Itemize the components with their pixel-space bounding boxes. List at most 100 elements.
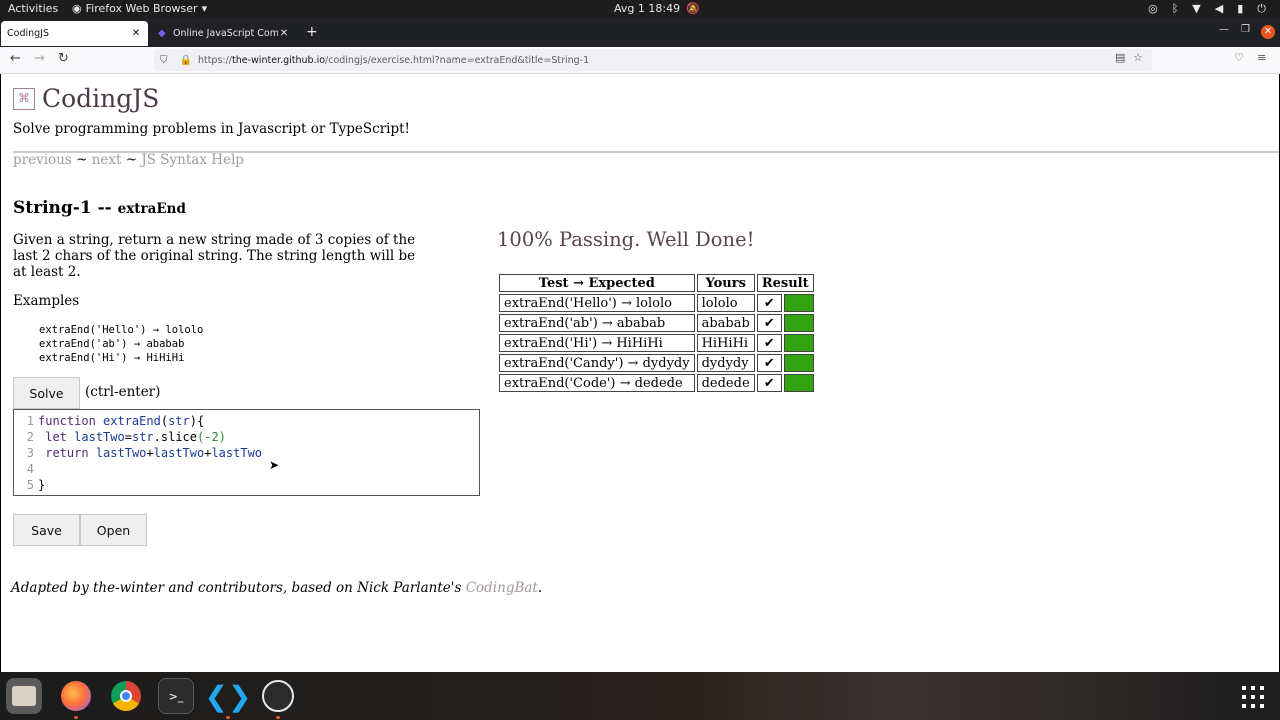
navigation-bar: ← → ↻ ⛉ 🔒 https://the-winter.github.io/c… <box>0 47 1280 74</box>
exercise-nav: previous ~ next ~ JS Syntax Help <box>13 152 244 168</box>
next-link[interactable]: next <box>92 152 122 168</box>
test-cell: extraEnd('Hello') → lololo <box>499 294 695 312</box>
window-close-icon[interactable]: ✕ <box>1261 25 1275 39</box>
forward-icon[interactable]: → <box>34 51 45 66</box>
passing-headline: 100% Passing. Well Done! <box>497 228 755 251</box>
code-content[interactable]: function extraEnd(str){ let lastTwo=str.… <box>38 413 262 493</box>
column-header: Test → Expected <box>499 274 695 292</box>
url-prefix: https:// <box>197 54 233 66</box>
site-tagline: Solve programming problems in Javascript… <box>13 121 410 137</box>
running-indicator <box>276 716 280 719</box>
show-applications-icon[interactable] <box>1242 686 1264 708</box>
check-icon: ✔ <box>756 294 782 312</box>
shield-icon[interactable]: ⛉ <box>160 55 168 66</box>
bell-muted-icon: 🔕 <box>686 2 700 15</box>
example-line: extraEnd('ab') → ababab <box>39 338 185 350</box>
minimize-icon[interactable]: — <box>1219 24 1229 35</box>
favicon-icon: ◆ <box>158 27 166 39</box>
test-cell: extraEnd('Code') → dedede <box>499 374 695 392</box>
yours-cell: dedede <box>696 374 755 392</box>
restore-icon[interactable]: ❐ <box>1241 24 1250 35</box>
table-row: extraEnd('Hello') → lololo lololo ✔ <box>499 294 814 312</box>
chrome-icon[interactable] <box>108 678 144 714</box>
examples-list: extraEnd('Hello') → lololo extraEnd('ab'… <box>39 323 203 365</box>
check-icon: ✔ <box>756 334 782 352</box>
pass-indicator <box>783 354 814 372</box>
column-header: Result <box>756 274 814 292</box>
footer-text: Adapted by the-winter and contributors, … <box>11 580 466 596</box>
tab-online-compiler[interactable]: ◆ Online JavaScript Compil ✕ <box>152 21 296 46</box>
bluetooth-icon: ᛒ <box>1171 2 1179 15</box>
url-host: the-winter.github.io <box>232 54 326 66</box>
nav-separator: ~ <box>71 152 92 168</box>
yours-cell: lololo <box>696 294 755 312</box>
caret-down-icon: ▾ <box>201 2 208 15</box>
site-logo-title: CodingJS <box>42 84 160 113</box>
running-indicator <box>226 716 230 719</box>
wifi-icon: ▼ <box>1192 2 1201 15</box>
firefox-small-icon: ◉ <box>72 2 82 15</box>
url-bar[interactable]: ⛉ 🔒 https://the-winter.github.io/codingj… <box>154 49 1152 71</box>
app-menu-label: Firefox Web Browser <box>85 2 198 15</box>
exercise-title: String-1 -- extraEnd <box>13 198 186 218</box>
activities-button[interactable]: Activities <box>8 2 58 15</box>
table-row: extraEnd('Candy') → dydydy dydydy ✔ <box>499 354 814 372</box>
column-header: Yours <box>696 274 755 292</box>
exercise-description: Given a string, return a new string made… <box>13 232 416 280</box>
clock[interactable]: Avg 1 18:49 🔕 <box>614 2 700 15</box>
logo-icon: ⌘ <box>13 87 35 110</box>
syntax-help-link[interactable]: JS Syntax Help <box>141 152 244 168</box>
page-viewport: ⌘ CodingJS Solve programming problems in… <box>1 74 1279 672</box>
close-tab-icon[interactable]: ✕ <box>130 28 142 39</box>
tab-codingjs[interactable]: CodingJS ✕ <box>1 21 148 46</box>
firefox-icon[interactable] <box>58 678 94 714</box>
code-editor[interactable]: 1 2 3 4 5 function extraEnd(str){ let la… <box>13 409 480 496</box>
test-cell: extraEnd('Candy') → dydydy <box>499 354 695 372</box>
yours-cell: dydydy <box>696 354 755 372</box>
close-tab-icon[interactable]: ✕ <box>278 28 290 39</box>
obs-icon[interactable] <box>260 678 296 714</box>
reader-view-icon[interactable]: ▤ <box>1115 51 1125 64</box>
pass-indicator <box>783 314 814 332</box>
table-row: extraEnd('ab') → ababab ababab ✔ <box>499 314 814 332</box>
example-line: extraEnd('Hello') → lololo <box>39 324 204 336</box>
examples-heading: Examples <box>13 293 80 309</box>
vscode-icon[interactable]: ❮❯ <box>205 678 252 714</box>
line-number: 2 <box>26 430 34 444</box>
terminal-icon[interactable]: >_ <box>158 678 194 714</box>
solve-button[interactable]: Solve <box>13 377 80 409</box>
tab-label: CodingJS <box>7 28 49 39</box>
previous-link[interactable]: previous <box>13 152 72 168</box>
line-number: 5 <box>26 478 34 492</box>
files-icon[interactable] <box>6 678 42 714</box>
pocket-icon[interactable]: ♡ <box>1234 51 1244 64</box>
bookmark-star-icon[interactable]: ☆ <box>1133 51 1143 64</box>
site-header: ⌘ CodingJS <box>13 84 159 113</box>
new-tab-icon[interactable]: + <box>306 24 318 40</box>
chrome-tray-icon: ◎ <box>1148 2 1158 15</box>
back-icon[interactable]: ← <box>10 51 21 66</box>
line-numbers: 1 2 3 4 5 <box>14 413 34 493</box>
save-button[interactable]: Save <box>13 514 80 546</box>
yours-cell: ababab <box>696 314 755 332</box>
pass-indicator <box>783 374 814 392</box>
system-tray[interactable]: ◎ ᛒ ▼ ◀ ▮ ⏻ <box>1148 2 1266 16</box>
mouse-pointer-icon: ➤ <box>269 458 280 472</box>
check-icon: ✔ <box>756 314 782 332</box>
pass-indicator <box>783 294 814 312</box>
nav-separator: ~ <box>121 152 142 168</box>
table-row: extraEnd('Hi') → HiHiHi HiHiHi ✔ <box>499 334 814 352</box>
reload-icon[interactable]: ↻ <box>58 51 69 66</box>
open-button[interactable]: Open <box>80 514 147 546</box>
pass-indicator <box>783 334 814 352</box>
lock-icon[interactable]: 🔒 <box>180 55 192 66</box>
yours-cell: HiHiHi <box>696 334 755 352</box>
tab-label: Online JavaScript Compil <box>173 28 278 39</box>
footer: Adapted by the-winter and contributors, … <box>11 580 542 596</box>
app-menu[interactable]: ◉ Firefox Web Browser ▾ <box>72 2 207 15</box>
menu-icon[interactable]: ≡ <box>1257 51 1266 64</box>
system-top-bar: Activities ◉ Firefox Web Browser ▾ Avg 1… <box>0 0 1280 18</box>
codingbat-link[interactable]: CodingBat <box>466 580 538 596</box>
clock-label: Avg 1 18:49 <box>614 2 681 15</box>
url-path: /codingjs/exercise.html?name=extraEnd&ti… <box>325 54 590 66</box>
